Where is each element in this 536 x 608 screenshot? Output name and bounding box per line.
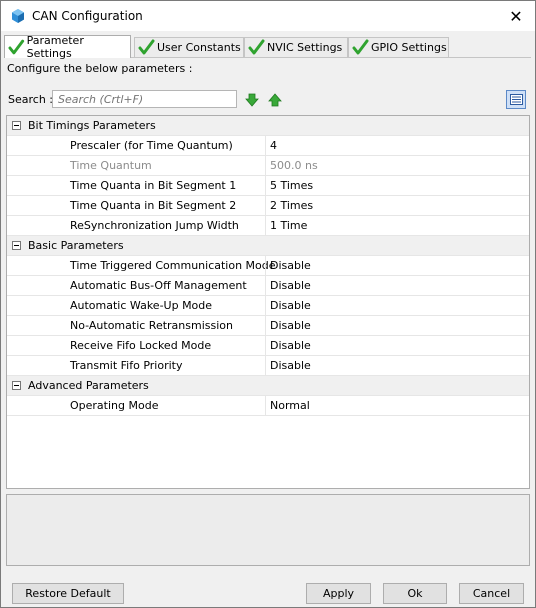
tab-label: NVIC Settings xyxy=(267,41,343,54)
tab-parameter-settings[interactable]: Parameter Settings xyxy=(4,34,131,60)
checkmark-icon xyxy=(8,39,25,54)
search-input[interactable] xyxy=(52,90,237,108)
search-label: Search : xyxy=(8,93,53,106)
param-name: Time Quanta in Bit Segment 1 xyxy=(70,179,237,192)
param-row[interactable]: No-Automatic Retransmission Disable xyxy=(7,316,529,336)
description-panel xyxy=(6,494,530,566)
param-value[interactable]: 1 Time xyxy=(270,219,307,232)
param-row[interactable]: Operating Mode Normal xyxy=(7,396,529,416)
tab-user-constants[interactable]: User Constants xyxy=(134,37,244,57)
checkmark-icon xyxy=(138,39,155,55)
param-value[interactable]: Normal xyxy=(270,399,310,412)
window-title: CAN Configuration xyxy=(32,9,143,23)
configure-instructions: Configure the below parameters : xyxy=(7,62,193,75)
param-row[interactable]: ReSynchronization Jump Width 1 Time xyxy=(7,216,529,236)
collapse-icon[interactable] xyxy=(12,241,21,250)
param-value[interactable]: Disable xyxy=(270,319,311,332)
param-name: Automatic Wake-Up Mode xyxy=(70,299,213,312)
category-label: Advanced Parameters xyxy=(28,379,149,392)
param-name: Receive Fifo Locked Mode xyxy=(70,339,212,352)
param-row[interactable]: Prescaler (for Time Quantum) 4 xyxy=(7,136,529,156)
param-name: ReSynchronization Jump Width xyxy=(70,219,239,232)
apply-button[interactable]: Apply xyxy=(306,583,371,604)
tab-label: Parameter Settings xyxy=(26,34,84,60)
restore-default-button[interactable]: Restore Default xyxy=(12,583,124,604)
param-value[interactable]: Disable xyxy=(270,279,311,292)
list-view-icon xyxy=(509,94,523,105)
param-value[interactable]: Disable xyxy=(270,299,311,312)
param-row[interactable]: Time Quanta in Bit Segment 1 5 Times xyxy=(7,176,529,196)
param-row[interactable]: Time Triggered Communication Mode Disabl… xyxy=(7,256,529,276)
arrow-up-icon[interactable] xyxy=(268,93,282,107)
parameter-grid: Bit Timings Parameters Prescaler (for Ti… xyxy=(6,115,530,489)
close-icon: ✕ xyxy=(509,6,523,26)
category-label: Basic Parameters xyxy=(28,239,124,252)
cube-app-icon xyxy=(12,9,24,23)
checkmark-icon xyxy=(352,39,369,55)
param-row[interactable]: Automatic Wake-Up Mode Disable xyxy=(7,296,529,316)
param-value[interactable]: Disable xyxy=(270,339,311,352)
category-advanced-parameters[interactable]: Advanced Parameters xyxy=(7,376,529,396)
tab-label: GPIO Settings xyxy=(371,41,447,54)
param-name: Automatic Bus-Off Management xyxy=(70,279,247,292)
param-name: Transmit Fifo Priority xyxy=(70,359,183,372)
param-row: Time Quantum 500.0 ns xyxy=(7,156,529,176)
param-value[interactable]: 4 xyxy=(270,139,277,152)
param-value: 500.0 ns xyxy=(270,159,318,172)
list-view-button[interactable] xyxy=(506,90,526,109)
ok-button[interactable]: Ok xyxy=(383,583,447,604)
dialog-window: CAN Configuration ✕ Parameter Settings U… xyxy=(0,0,536,608)
tab-gpio-settings[interactable]: GPIO Settings xyxy=(348,37,449,57)
param-value[interactable]: 2 Times xyxy=(270,199,313,212)
category-label: Bit Timings Parameters xyxy=(28,119,156,132)
param-row[interactable]: Automatic Bus-Off Management Disable xyxy=(7,276,529,296)
param-name: Time Quanta in Bit Segment 2 xyxy=(70,199,237,212)
param-name: Prescaler (for Time Quantum) xyxy=(70,139,233,152)
tab-nvic-settings[interactable]: NVIC Settings xyxy=(244,37,348,57)
category-basic-parameters[interactable]: Basic Parameters xyxy=(7,236,529,256)
param-name: No-Automatic Retransmission xyxy=(70,319,233,332)
param-value[interactable]: Disable xyxy=(270,359,311,372)
collapse-icon[interactable] xyxy=(12,381,21,390)
collapse-icon[interactable] xyxy=(12,121,21,130)
param-name: Time Triggered Communication Mode xyxy=(70,259,276,272)
close-button[interactable]: ✕ xyxy=(497,1,535,31)
param-value[interactable]: 5 Times xyxy=(270,179,313,192)
title-bar: CAN Configuration ✕ xyxy=(1,1,535,31)
category-bit-timings[interactable]: Bit Timings Parameters xyxy=(7,116,529,136)
param-row[interactable]: Receive Fifo Locked Mode Disable xyxy=(7,336,529,356)
param-name: Time Quantum xyxy=(70,159,152,172)
param-row[interactable]: Transmit Fifo Priority Disable xyxy=(7,356,529,376)
param-value[interactable]: Disable xyxy=(270,259,311,272)
cancel-button[interactable]: Cancel xyxy=(459,583,524,604)
param-row[interactable]: Time Quanta in Bit Segment 2 2 Times xyxy=(7,196,529,216)
param-name: Operating Mode xyxy=(70,399,159,412)
arrow-down-icon[interactable] xyxy=(245,93,259,107)
tab-label: User Constants xyxy=(157,41,241,54)
checkmark-icon xyxy=(248,39,265,55)
